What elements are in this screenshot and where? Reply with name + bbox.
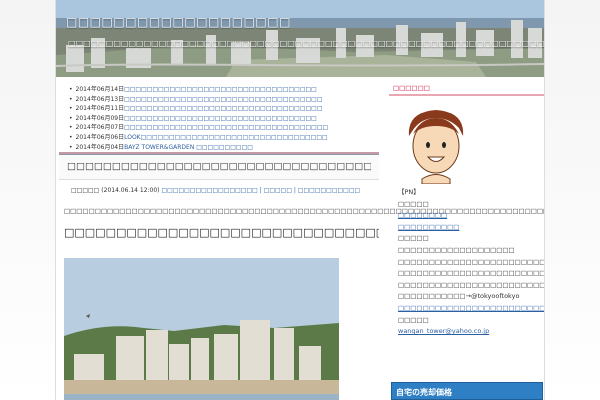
profile-line: □□□□□	[398, 234, 429, 243]
list-item: 2014年06月04日BAYZ TOWER&GARDEN □□□□□□□□□□	[69, 143, 379, 153]
profile-line: □□□□□□□□□□□□□□□□□□□	[398, 245, 515, 254]
site-description: □□□□□□□□□□□□□□□□□□□□□□□□□□□□□□□□□□□□□□□□…	[68, 39, 545, 48]
page-wrapper: □□□□□□□□□□□□□□□□□□□ □□□□□□□□□□□□□□□□□□□□…	[55, 0, 545, 400]
recent-post-date: 2014年06月06日	[75, 133, 125, 141]
avatar-illustration	[399, 104, 473, 185]
profile-line: □□□□□	[398, 315, 429, 324]
post-meta: □□□□□ (2014.06.14 12:00) □□□□□□□□□□□□□□□…	[59, 187, 379, 194]
recent-post-date: 2014年06月11日	[75, 105, 125, 113]
recent-post-link[interactable]: BAYZ TOWER&GARDEN □□□□□□□□□□	[124, 144, 253, 151]
list-item: 2014年06月11日□□□□□□□□□□□□□□□□□□□□□□□□□□□□□…	[69, 104, 379, 114]
sidebar: □□□□□□ 【PN】 □□□□□ □□□□□□□□ □□□□□□□□□□ □□…	[389, 82, 544, 400]
profile-link[interactable]: □□□□□□□□□□□□□□□□□□□□□□□□□□□□□□□□□□□□□□□□…	[398, 303, 544, 315]
recent-post-date: 2014年06月09日	[75, 114, 125, 122]
post-datetime: (2014.06.14 12:00)	[101, 187, 160, 194]
ad-banner[interactable]: 自宅の売却価格	[391, 382, 543, 400]
email-link[interactable]: wangan_tower@yahoo.co.jp	[398, 326, 544, 338]
recent-post-link[interactable]: □□□□□□□□□□□□□□□□□□□□□□□□□□□□□□□□□□□	[124, 96, 322, 103]
blog-post: □□□□□□□□□□□□□□□□□□□□□□□□□□□□□□□□□□ □□□□□…	[59, 152, 545, 239]
recent-post-link[interactable]: □□□□□□□□□□□□□□□□□□□□□□□□□□□□□□□□□□□□	[124, 124, 328, 131]
profile-line: □□□□□	[398, 199, 429, 208]
site-header: □□□□□□□□□□□□□□□□□□□ □□□□□□□□□□□□□□□□□□□□…	[56, 0, 545, 77]
post-category-links[interactable]: □□□□□□□□□□□□□□□□□ | □□□□□ | □□□□□□□□□□□	[161, 187, 360, 194]
post-body: □□□□□□□□□□□□□□□□□□□□□□□□□□□□□□□□□□□□□□□□…	[64, 207, 545, 215]
avatar	[399, 104, 473, 185]
coastal-buildings-photo	[64, 258, 339, 400]
profile-link[interactable]: □□□□□□□□	[398, 210, 544, 222]
main-column: 2014年06月14日□□□□□□□□□□□□□□□□□□□□□□□□□□□□□…	[59, 82, 544, 400]
list-item: 2014年06月09日□□□□□□□□□□□□□□□□□□□□□□□□□□□□□…	[69, 114, 379, 124]
list-item: 2014年06月14日□□□□□□□□□□□□□□□□□□□□□□□□□□□□□…	[69, 85, 379, 95]
profile-line: 【PN】	[398, 188, 420, 196]
list-item: 2014年06月07日□□□□□□□□□□□□□□□□□□□□□□□□□□□□□…	[69, 123, 379, 133]
profile-line: □□□□□□□□□□□□□□□□□□□□□□□□□□□□□□□□□□□□□□□□	[398, 269, 545, 278]
post-photo	[64, 258, 339, 400]
post-heading: □□□□□□□□□□□□□□□□□□□□□□□□□□□□□□□□□□□□□□□□…	[64, 226, 379, 239]
profile-text: 【PN】 □□□□□ □□□□□□□□ □□□□□□□□□□ □□□□□ □□□…	[389, 187, 544, 338]
recent-post-date: 2014年06月13日	[75, 95, 125, 103]
recent-post-link[interactable]: LOOK□□□□□□□□□□□□□□□□□□□□□□□□□□□□□□□□□	[124, 134, 328, 141]
list-item: 2014年06月06日LOOK□□□□□□□□□□□□□□□□□□□□□□□□□…	[69, 133, 379, 143]
recent-post-date: 2014年06月07日	[75, 124, 125, 132]
list-item: 2014年06月13日□□□□□□□□□□□□□□□□□□□□□□□□□□□□□…	[69, 95, 379, 105]
recent-post-link[interactable]: □□□□□□□□□□□□□□□□□□□□□□□□□□□□□□□□□□	[124, 86, 317, 93]
recent-post-link[interactable]: □□□□□□□□□□□□□□□□□□□□□□□□□□□□□□□□□□	[124, 115, 317, 122]
profile-link[interactable]: □□□□□□□□□□	[398, 222, 544, 234]
profile-line: □□□□□□□□□□□□□□□□□□□□□□□□□□□□□□□□□□□□□□□□…	[398, 280, 545, 289]
profile-line: □□□□□□□□□□□□□□□□□□□□□□□□□□□□□□□□□□□□□□	[398, 257, 545, 266]
post-title[interactable]: □□□□□□□□□□□□□□□□□□□□□□□□□□□□□□□□□□	[67, 161, 371, 172]
recent-post-date: 2014年06月04日	[75, 143, 125, 151]
post-title-bar: □□□□□□□□□□□□□□□□□□□□□□□□□□□□□□□□□□	[59, 154, 379, 180]
recent-posts-list: 2014年06月14日□□□□□□□□□□□□□□□□□□□□□□□□□□□□□…	[59, 85, 379, 152]
recent-post-date: 2014年06月14日	[75, 86, 125, 93]
twitter-link[interactable]: □□□□□□□□□□□→@tokyooftokyo	[398, 291, 544, 303]
post-author: □□□□□	[71, 187, 100, 194]
recent-post-link[interactable]: □□□□□□□□□□□□□□□□□□□□□□□□□□□□□□□□□□□	[124, 105, 322, 112]
profile-heading: □□□□□□	[389, 82, 544, 96]
site-title[interactable]: □□□□□□□□□□□□□□□□□□□	[66, 15, 291, 29]
